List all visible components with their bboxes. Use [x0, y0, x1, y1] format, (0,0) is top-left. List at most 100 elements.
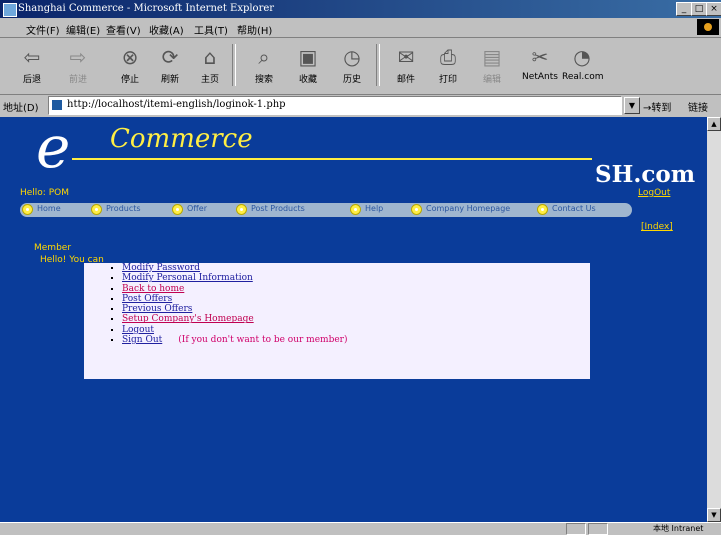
bullet-icon	[537, 204, 548, 215]
status-zone: 本地 Intranet	[653, 524, 704, 533]
list-item: Modify Personal Information	[122, 273, 590, 283]
nav-item-home[interactable]: Home	[22, 204, 61, 216]
list-item: Setup Company's Homepage	[122, 314, 590, 324]
back-button[interactable]: ⇦ 后退	[12, 42, 52, 90]
logo-e: e	[36, 117, 71, 181]
toolbar: ⇦ 后退 ⇨ 前进 ⊗ 停止 ⟳ 刷新 ⌂ 主页 ⌕ 搜索 ▣ 收藏 ◷ 历史 ✉ 邮件 ⎙ 打印 …	[0, 38, 721, 95]
scroll-up-icon[interactable]: ▲	[707, 117, 721, 131]
mail-icon: ✉	[397, 45, 415, 69]
nav-item-help[interactable]: Help	[350, 204, 383, 216]
previous-offers-link[interactable]: Previous Offers	[122, 304, 192, 314]
modify-password-link[interactable]: Modify Password	[122, 263, 200, 273]
nav-item-contact-us[interactable]: Contact Us	[537, 204, 596, 216]
list-item: Logout	[122, 325, 590, 335]
list-item: Back to home	[122, 284, 590, 294]
history-button[interactable]: ◷ 历史	[332, 42, 372, 90]
favorites-button[interactable]: ▣ 收藏	[288, 42, 328, 90]
toolbar-separator	[232, 44, 236, 86]
page-icon	[52, 100, 62, 110]
nav-item-offer[interactable]: Offer	[172, 204, 207, 216]
post-offers-link[interactable]: Post Offers	[122, 294, 172, 304]
logo-underline	[72, 158, 592, 160]
nav-item-products[interactable]: Products	[91, 204, 141, 216]
netants-icon: ✂	[531, 45, 549, 69]
menu-tools[interactable]: 工具(T)	[194, 22, 228, 37]
bullet-icon	[22, 204, 33, 215]
realcom-icon: ◔	[573, 45, 591, 69]
netants-button[interactable]: ✂ NetAnts	[520, 42, 560, 90]
hello-user: Hello: POM	[20, 188, 69, 198]
member-options-panel: Modify Password Modify Personal Informat…	[84, 263, 590, 379]
bullet-icon	[236, 204, 247, 215]
search-button[interactable]: ⌕ 搜索	[244, 42, 284, 90]
site-name: SH.com	[595, 161, 696, 188]
realcom-button[interactable]: ◔ Real.com	[562, 42, 603, 90]
menu-file[interactable]: 文件(F)	[26, 22, 60, 37]
setup-company-homepage-link[interactable]: Setup Company's Homepage	[122, 314, 254, 324]
close-icon[interactable]: ×	[706, 2, 721, 16]
edit-button[interactable]: ▤ 编辑	[472, 42, 512, 90]
nav-item-company-homepage[interactable]: Company Homepage	[411, 204, 510, 216]
history-icon: ◷	[343, 45, 361, 69]
back-to-home-link[interactable]: Back to home	[122, 284, 184, 294]
modify-personal-info-link[interactable]: Modify Personal Information	[122, 273, 253, 283]
scroll-down-icon[interactable]: ▼	[707, 508, 721, 522]
list-item: Modify Password	[122, 263, 590, 273]
list-item: Post Offers	[122, 294, 590, 304]
chevron-down-icon[interactable]: ▼	[624, 97, 640, 114]
refresh-icon: ⟳	[161, 45, 179, 69]
sign-out-note: (If you don't want to be our member)	[178, 335, 348, 346]
menu-favorites[interactable]: 收藏(A)	[149, 22, 184, 37]
favorites-icon: ▣	[298, 45, 318, 69]
address-url: http://localhost/itemi-english/loginok-1…	[67, 99, 286, 110]
stop-icon: ⊗	[121, 45, 139, 69]
vertical-scrollbar[interactable]: ▲ ▼	[707, 117, 721, 522]
list-item: Previous Offers	[122, 304, 590, 314]
index-link[interactable]: [Index]	[641, 222, 673, 232]
back-arrow-icon: ⇦	[23, 45, 41, 69]
forward-button[interactable]: ⇨ 前进	[58, 42, 98, 90]
edit-icon: ▤	[482, 45, 502, 69]
mail-button[interactable]: ✉ 邮件	[386, 42, 426, 90]
bullet-icon	[91, 204, 102, 215]
sign-out-link[interactable]: Sign Out	[122, 335, 162, 345]
status-bar: 本地 Intranet	[0, 522, 721, 535]
ie-icon[interactable]	[3, 3, 17, 17]
go-button[interactable]: →转到	[643, 99, 671, 114]
menu-help[interactable]: 帮助(H)	[237, 22, 272, 37]
search-icon: ⌕	[258, 45, 270, 69]
member-label: Member	[34, 243, 72, 253]
forward-arrow-icon: ⇨	[69, 45, 87, 69]
home-button[interactable]: ⌂ 主页	[190, 42, 230, 90]
refresh-button[interactable]: ⟳ 刷新	[150, 42, 190, 90]
address-input[interactable]: http://localhost/itemi-english/loginok-1…	[48, 96, 622, 115]
menu-view[interactable]: 查看(V)	[106, 22, 141, 37]
member-options-list: Modify Password Modify Personal Informat…	[84, 263, 590, 345]
nav-bar: Home Products Offer Post Products Help C…	[20, 203, 632, 217]
maximize-icon[interactable]: □	[691, 2, 707, 16]
print-button[interactable]: ⎙ 打印	[428, 42, 468, 90]
bullet-icon	[350, 204, 361, 215]
address-bar: 地址(D) http://localhost/itemi-english/log…	[0, 95, 721, 116]
status-cell	[566, 523, 586, 535]
status-cell	[588, 523, 608, 535]
bullet-icon	[172, 204, 183, 215]
toolbar-separator	[376, 44, 380, 86]
minimize-icon[interactable]: _	[676, 2, 692, 16]
links-button[interactable]: 链接	[688, 99, 708, 114]
page-content: e Commerce SH.com Hello: POM LogOut Home…	[0, 117, 707, 522]
menu-bar: 文件(F) 编辑(E) 查看(V) 收藏(A) 工具(T) 帮助(H)	[0, 18, 721, 38]
logo-commerce: Commerce	[110, 124, 253, 154]
list-item: Sign Out (If you don't want to be our mem…	[122, 335, 590, 345]
logout-option-link[interactable]: Logout	[122, 325, 154, 335]
title-bar: Shanghai Commerce - Microsoft Internet E…	[0, 0, 721, 18]
windows-logo-icon	[697, 19, 719, 35]
window-title: Shanghai Commerce - Microsoft Internet E…	[18, 3, 275, 14]
stop-button[interactable]: ⊗ 停止	[110, 42, 150, 90]
logout-link[interactable]: LogOut	[638, 188, 670, 198]
address-label: 地址(D)	[3, 103, 39, 114]
home-icon: ⌂	[203, 45, 217, 69]
bullet-icon	[411, 204, 422, 215]
menu-edit[interactable]: 编辑(E)	[66, 22, 100, 37]
nav-item-post-products[interactable]: Post Products	[236, 204, 305, 216]
